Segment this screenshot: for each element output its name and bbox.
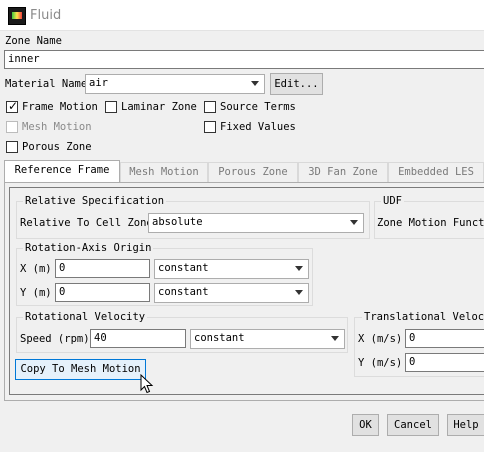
frame-motion-label: Frame Motion — [22, 101, 98, 113]
trans-x-label: X (m/s) — [358, 333, 403, 345]
material-name-value: air — [89, 77, 108, 89]
trans-y-label: Y (m/s) — [358, 357, 403, 369]
tab-3d-fan-zone[interactable]: 3D Fan Zone — [298, 162, 388, 182]
mesh-motion-checkbox — [6, 121, 18, 133]
source-terms-label: Source Terms — [220, 101, 296, 113]
udf-title: UDF — [381, 195, 404, 207]
tab-reference-frame[interactable]: Reference Frame — [4, 160, 120, 183]
speed-rpm-input[interactable]: 40 — [90, 329, 186, 348]
material-name-label: Material Name — [5, 78, 88, 90]
edit-material-button[interactable]: Edit... — [270, 73, 323, 95]
fixed-values-checkbox[interactable] — [204, 121, 216, 133]
laminar-zone-label: Laminar Zone — [121, 101, 197, 113]
source-terms-checkbox[interactable] — [204, 101, 216, 113]
speed-method-select[interactable]: constant — [190, 329, 345, 349]
copy-to-mesh-motion-button[interactable]: Copy To Mesh Motion — [15, 359, 146, 380]
porous-zone-checkbox[interactable] — [6, 141, 18, 153]
mouse-pointer-icon — [140, 374, 154, 394]
chevron-down-icon — [295, 290, 303, 295]
origin-x-method-select[interactable]: constant — [154, 259, 309, 279]
relative-to-cell-zone-value: absolute — [152, 216, 203, 228]
chevron-down-icon — [350, 220, 358, 225]
speed-rpm-label: Speed (rpm) — [20, 333, 90, 345]
frame-motion-checkbox[interactable]: ✓ — [6, 99, 19, 113]
origin-x-label: X (m) — [20, 263, 52, 275]
window-title: Fluid — [30, 8, 62, 23]
relative-to-cell-zone-select[interactable]: absolute — [148, 213, 364, 233]
chevron-down-icon — [295, 266, 303, 271]
mesh-motion-label: Mesh Motion — [22, 121, 92, 133]
help-button[interactable]: Help — [447, 414, 484, 436]
rotational-velocity-title: Rotational Velocity — [23, 311, 148, 323]
trans-x-input[interactable]: 0 — [405, 329, 484, 348]
origin-x-input[interactable]: 0 — [55, 259, 150, 278]
origin-y-method-value: constant — [158, 286, 209, 298]
laminar-zone-checkbox[interactable] — [105, 101, 117, 113]
porous-zone-label: Porous Zone — [22, 141, 92, 153]
check-icon: ✓ — [8, 99, 19, 113]
chevron-down-icon — [331, 336, 339, 341]
zone-name-input[interactable]: inner — [4, 50, 484, 69]
origin-y-label: Y (m) — [20, 287, 52, 299]
zone-motion-function-label: Zone Motion Functi — [377, 217, 484, 229]
relative-to-cell-zone-label: Relative To Cell Zone — [20, 217, 153, 229]
speed-method-value: constant — [194, 332, 245, 344]
fixed-values-label: Fixed Values — [220, 121, 296, 133]
origin-x-method-value: constant — [158, 262, 209, 274]
title-bar — [0, 0, 484, 31]
chevron-down-icon — [251, 81, 259, 86]
trans-y-input[interactable]: 0 — [405, 353, 484, 372]
ok-button[interactable]: OK — [352, 414, 379, 436]
zone-name-label: Zone Name — [5, 35, 62, 47]
cancel-button[interactable]: Cancel — [387, 414, 439, 436]
relative-specification-title: Relative Specification — [23, 195, 167, 207]
origin-y-method-select[interactable]: constant — [154, 283, 309, 303]
tab-porous-zone[interactable]: Porous Zone — [208, 162, 298, 182]
rotation-axis-origin-title: Rotation-Axis Origin — [23, 242, 154, 254]
material-name-select[interactable]: air — [85, 74, 265, 94]
tab-embedded-les[interactable]: Embedded LES — [388, 162, 484, 182]
origin-y-input[interactable]: 0 — [55, 283, 150, 302]
translational-velocity-title: Translational Velocit — [362, 311, 484, 323]
fluent-app-icon — [8, 7, 26, 25]
tab-mesh-motion[interactable]: Mesh Motion — [120, 162, 208, 182]
